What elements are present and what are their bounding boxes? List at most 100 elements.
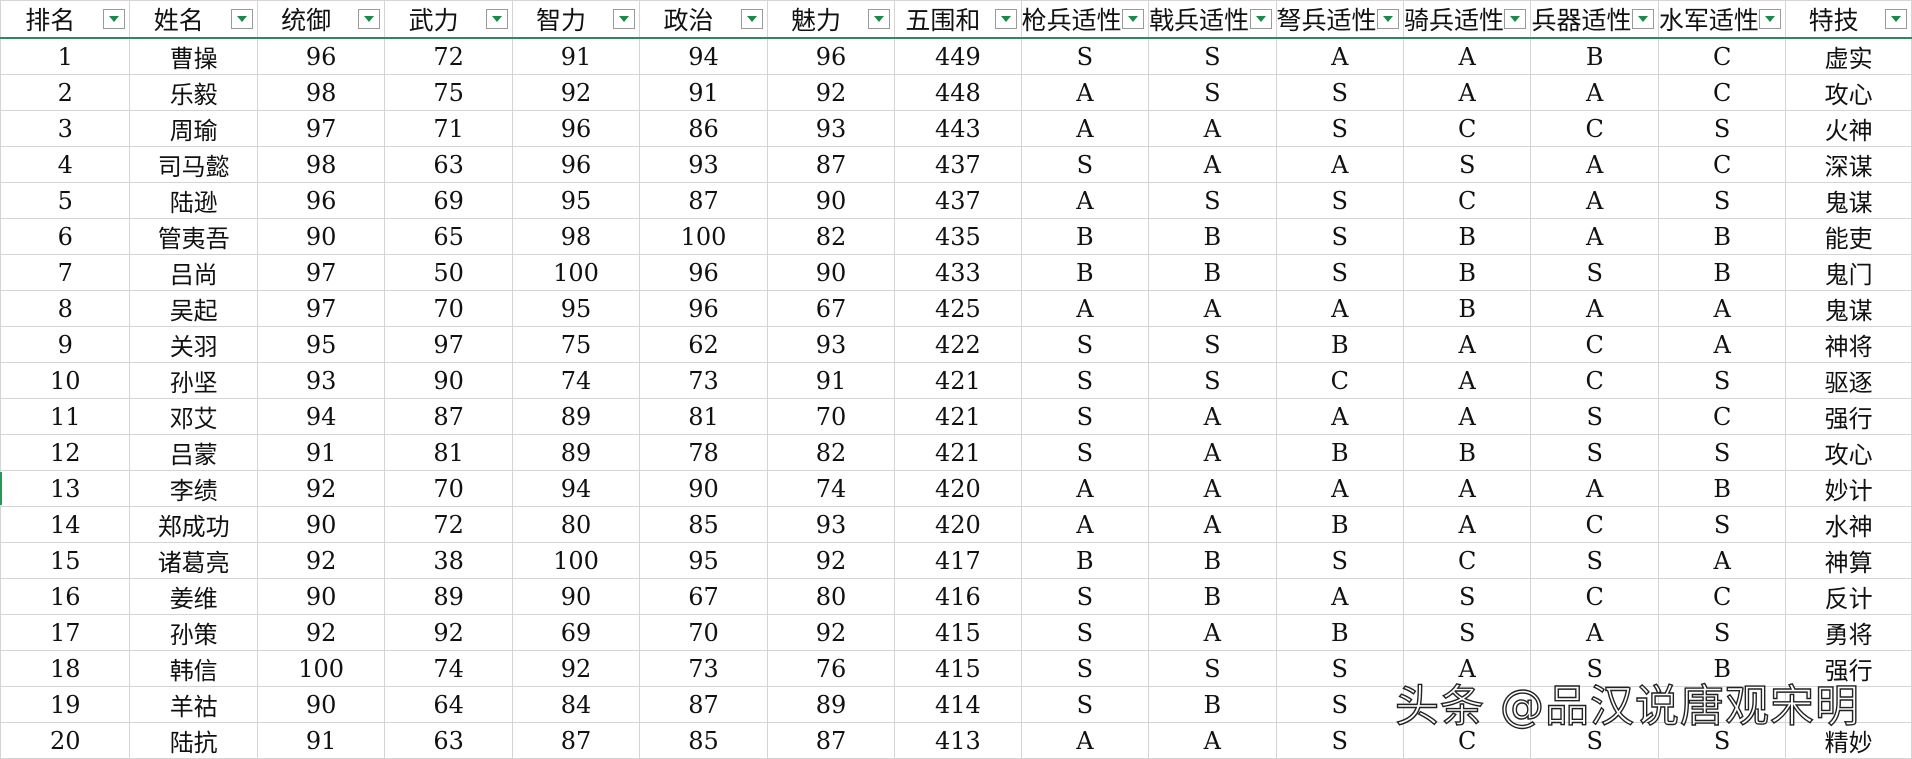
table-cell[interactable]: 90 — [256, 578, 386, 615]
table-cell[interactable]: S — [1530, 254, 1659, 291]
table-cell[interactable]: 乐毅 — [129, 74, 258, 111]
table-cell[interactable]: 92 — [256, 542, 386, 579]
table-cell[interactable]: 陆逊 — [129, 182, 258, 219]
table-cell[interactable]: 437 — [894, 182, 1022, 219]
table-cell[interactable]: S — [1402, 146, 1532, 183]
table-cell[interactable]: B — [1020, 218, 1150, 255]
table-cell[interactable]: 82 — [766, 434, 896, 471]
table-cell[interactable]: 虚实 — [1785, 37, 1912, 75]
table-cell[interactable]: 433 — [894, 254, 1022, 291]
table-cell[interactable]: 93 — [766, 110, 896, 147]
table-cell[interactable]: 韩信 — [129, 650, 258, 687]
table-cell[interactable]: S — [1275, 686, 1405, 723]
table-cell[interactable]: 孙坚 — [129, 362, 258, 399]
table-cell[interactable]: A — [1530, 470, 1659, 507]
table-cell[interactable]: A — [1402, 74, 1532, 111]
table-cell[interactable]: 80 — [766, 578, 896, 615]
table-cell[interactable]: 14 — [0, 506, 131, 543]
column-header[interactable]: 弩兵适性 — [1275, 0, 1405, 39]
table-cell[interactable]: 62 — [639, 326, 768, 363]
table-cell[interactable]: 91 — [639, 74, 768, 111]
table-cell[interactable]: 92 — [256, 614, 386, 651]
table-cell[interactable]: S — [1020, 434, 1150, 471]
filter-dropdown-icon[interactable] — [1504, 9, 1527, 29]
table-cell[interactable]: 鬼谋 — [1785, 182, 1912, 219]
table-cell[interactable]: A — [1275, 578, 1405, 615]
table-cell[interactable]: 16 — [0, 578, 131, 615]
column-header[interactable]: 统御 — [256, 0, 386, 39]
table-cell[interactable]: 70 — [384, 470, 513, 507]
table-cell[interactable]: 420 — [894, 470, 1022, 507]
table-cell[interactable]: A — [1657, 290, 1787, 327]
table-cell[interactable]: C — [1402, 542, 1532, 579]
table-cell[interactable]: 89 — [511, 434, 641, 471]
table-cell[interactable]: 能吏 — [1785, 218, 1912, 255]
table-cell[interactable]: S — [1148, 326, 1277, 363]
table-cell[interactable]: 87 — [639, 182, 768, 219]
filter-dropdown-icon[interactable] — [1122, 9, 1145, 29]
table-cell[interactable]: S — [1020, 362, 1150, 399]
table-cell[interactable]: S — [1275, 542, 1405, 579]
column-header[interactable]: 智力 — [511, 0, 641, 39]
table-cell[interactable]: A — [1020, 182, 1150, 219]
table-cell[interactable]: S — [1020, 578, 1150, 615]
table-cell[interactable]: S — [1657, 434, 1787, 471]
table-cell[interactable]: C — [1530, 362, 1659, 399]
table-cell[interactable]: 95 — [639, 542, 768, 579]
table-cell[interactable]: 74 — [766, 470, 896, 507]
table-cell[interactable]: 驱逐 — [1785, 362, 1912, 399]
table-cell[interactable]: B — [1402, 290, 1532, 327]
table-cell[interactable]: C — [1657, 37, 1787, 75]
column-header[interactable]: 政治 — [639, 0, 768, 39]
table-cell[interactable]: S — [1657, 362, 1787, 399]
filter-dropdown-icon[interactable] — [230, 9, 253, 29]
table-cell[interactable]: 91 — [511, 37, 641, 75]
table-cell[interactable]: 攻心 — [1785, 74, 1912, 111]
table-cell[interactable]: 神算 — [1785, 542, 1912, 579]
table-cell[interactable]: 深谋 — [1785, 146, 1912, 183]
column-header[interactable]: 枪兵适性 — [1020, 0, 1150, 39]
table-cell[interactable]: 72 — [384, 506, 513, 543]
table-cell[interactable]: B — [1657, 254, 1787, 291]
table-cell[interactable]: A — [1657, 326, 1787, 363]
table-cell[interactable]: B — [1148, 578, 1277, 615]
table-cell[interactable]: C — [1402, 110, 1532, 147]
table-cell[interactable]: 63 — [384, 146, 513, 183]
table-cell[interactable]: A — [1275, 146, 1405, 183]
table-cell[interactable]: A — [1020, 506, 1150, 543]
table-cell[interactable]: 91 — [256, 434, 386, 471]
column-header[interactable]: 排名 — [0, 0, 131, 39]
table-cell[interactable]: 100 — [639, 218, 768, 255]
table-cell[interactable]: 90 — [256, 686, 386, 723]
table-cell[interactable]: 3 — [0, 110, 131, 147]
table-cell[interactable]: 420 — [894, 506, 1022, 543]
table-cell[interactable]: 435 — [894, 218, 1022, 255]
filter-dropdown-icon[interactable] — [1377, 9, 1399, 29]
table-cell[interactable]: 96 — [639, 290, 768, 327]
table-cell[interactable]: 郑成功 — [129, 506, 258, 543]
table-cell[interactable]: 1 — [0, 37, 131, 75]
table-cell[interactable]: A — [1148, 110, 1277, 147]
table-cell[interactable]: 92 — [511, 74, 641, 111]
table-cell[interactable]: 96 — [639, 254, 768, 291]
table-cell[interactable]: 422 — [894, 326, 1022, 363]
table-cell[interactable]: S — [1020, 686, 1150, 723]
table-cell[interactable]: 6 — [0, 218, 131, 255]
table-cell[interactable]: S — [1657, 182, 1787, 219]
table-cell[interactable]: A — [1275, 398, 1405, 435]
table-cell[interactable]: 98 — [511, 218, 641, 255]
table-cell[interactable]: 鬼谋 — [1785, 290, 1912, 327]
table-cell[interactable]: 90 — [256, 506, 386, 543]
table-cell[interactable]: C — [1657, 398, 1787, 435]
table-cell[interactable]: A — [1530, 74, 1659, 111]
column-header[interactable]: 骑兵适性 — [1402, 0, 1532, 39]
column-header[interactable]: 水军适性 — [1657, 0, 1787, 39]
table-cell[interactable]: B — [1275, 614, 1405, 651]
table-cell[interactable]: 87 — [511, 722, 641, 759]
column-header[interactable]: 魅力 — [766, 0, 896, 39]
table-cell[interactable]: A — [1530, 146, 1659, 183]
table-cell[interactable]: S — [1148, 37, 1277, 75]
column-header[interactable]: 五围和 — [894, 0, 1022, 39]
table-cell[interactable]: 91 — [256, 722, 386, 759]
table-cell[interactable]: 95 — [511, 290, 641, 327]
